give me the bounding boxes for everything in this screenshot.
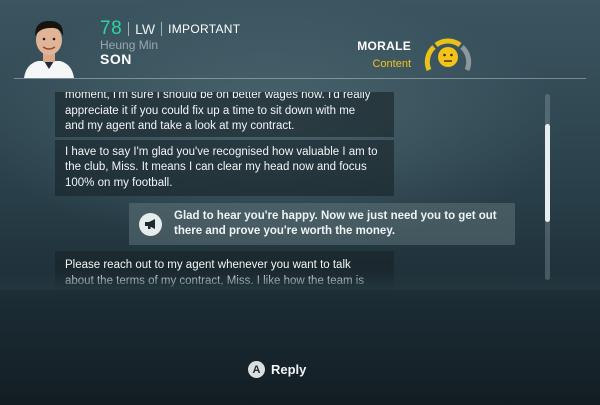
player-last-name: SON [100, 51, 132, 67]
player-message: I have to say I'm glad you've recognised… [55, 140, 394, 196]
scrollbar-thumb[interactable] [545, 124, 550, 222]
gauge-segment-mid [434, 38, 462, 48]
morale-title: MORALE [357, 39, 411, 53]
player-avatar [20, 12, 78, 78]
conversation-fade [0, 270, 600, 290]
manager-message: Glad to hear you're happy. Now we just n… [129, 203, 515, 245]
player-position: LW [135, 21, 156, 37]
a-button-icon: A [248, 361, 265, 378]
player-header: 78 LW IMPORTANT Heung Min SON MORALE Con… [0, 0, 600, 80]
gauge-segment-low [424, 45, 436, 72]
header-divider [14, 78, 586, 79]
message-text: I have to say I'm glad you've recognised… [65, 145, 378, 189]
conversation-scrollbar[interactable] [545, 94, 550, 280]
player-meta: 78 LW IMPORTANT [100, 18, 241, 39]
player-message: moment, I'm sure I should be on better w… [55, 92, 394, 137]
gauge-segment-high [460, 45, 472, 72]
player-status: IMPORTANT [168, 22, 241, 36]
morale-gauge [424, 38, 472, 72]
meta-divider [128, 22, 130, 36]
megaphone-icon [139, 212, 162, 236]
message-text: Glad to hear you're happy. Now we just n… [174, 209, 497, 238]
conversation-panel: moment, I'm sure I should be on better w… [0, 92, 600, 290]
morale-value: Content [372, 58, 411, 70]
message-text: moment, I'm sure I should be on better w… [65, 92, 371, 132]
morale-face-icon [438, 47, 458, 67]
player-first-name: Heung Min [100, 38, 159, 52]
player-rating: 78 [100, 18, 123, 39]
reply-button[interactable]: A Reply [248, 361, 306, 378]
reply-label: Reply [271, 362, 307, 377]
meta-divider [161, 22, 163, 36]
